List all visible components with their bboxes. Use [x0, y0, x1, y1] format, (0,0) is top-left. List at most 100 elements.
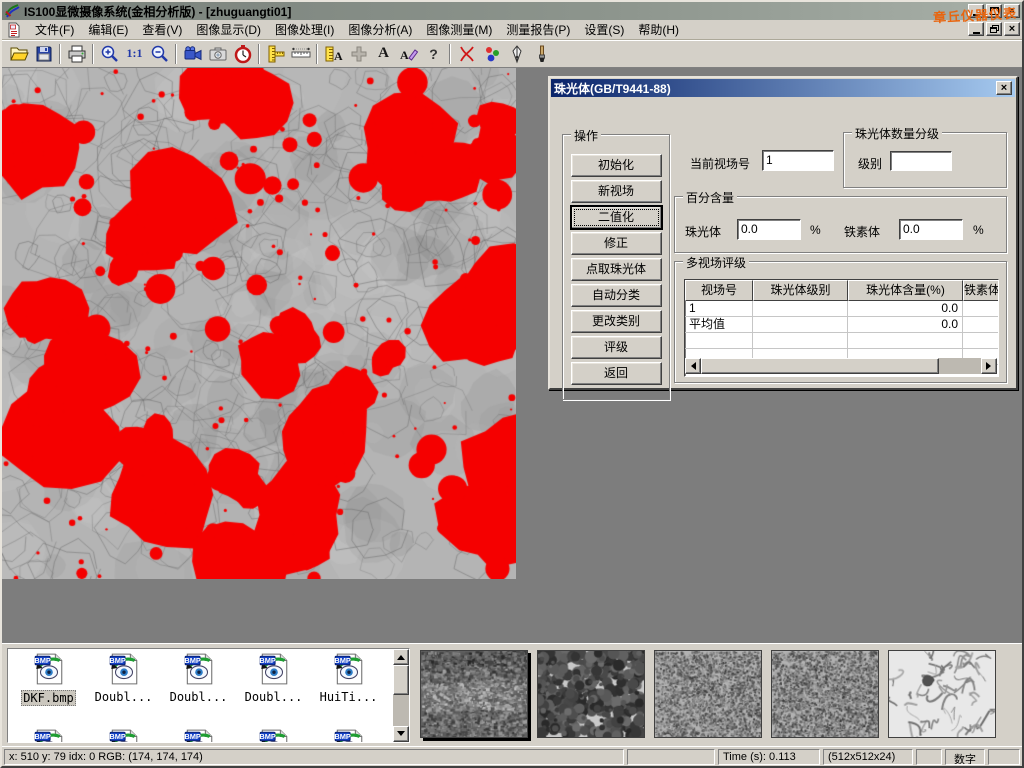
micrograph-image[interactable] — [2, 68, 516, 579]
menu-settings[interactable]: 设置(S) — [577, 19, 631, 40]
curve-tool-button[interactable] — [454, 42, 479, 66]
toolbar-separator — [316, 44, 318, 64]
text-tool-button[interactable]: A — [371, 42, 396, 66]
help-button[interactable]: ? — [421, 42, 446, 66]
menu-bar: 文件(F) 编辑(E) 查看(V) 图像显示(D) 图像处理(I) 图像分析(A… — [2, 20, 1022, 40]
file-browser-scrollbar[interactable] — [393, 649, 409, 742]
capture-camera-icon — [208, 44, 228, 64]
print-button[interactable] — [64, 42, 89, 66]
dialog-close-icon[interactable]: × — [996, 81, 1012, 95]
window-maximize-button[interactable] — [986, 4, 1002, 18]
operate-group: 操作 初始化 新视场 二值化 修正 点取珠光体 自动分类 更改类别 评级 返回 — [562, 134, 670, 400]
measure-text-button[interactable]: A — [321, 42, 346, 66]
thumbnail-3[interactable] — [654, 650, 762, 738]
thumbnail-1[interactable] — [420, 650, 528, 738]
pearlite-label: 珠光体 — [685, 223, 721, 240]
file-item[interactable] — [87, 728, 160, 743]
annotate-tool-button[interactable]: A — [396, 42, 421, 66]
file-item[interactable]: DKF.bmp — [12, 652, 85, 706]
document-icon[interactable] — [6, 22, 22, 38]
ruler-small-button[interactable] — [288, 42, 313, 66]
main-window: IS100显微摄像系统(金相分析版) - [zhuguangti01] × 章丘… — [0, 0, 1024, 768]
bmp-file-icon — [32, 652, 66, 686]
open-folder-icon — [9, 44, 29, 64]
timer-icon — [233, 44, 253, 64]
cursor-position-status: x: 510 y: 79 idx: 0 RGB: (174, 174, 174) — [4, 749, 624, 765]
time-status: Time (s): 0.113 — [718, 749, 820, 765]
grade-input[interactable] — [890, 151, 952, 171]
menu-file[interactable]: 文件(F) — [28, 19, 81, 40]
menu-edit[interactable]: 编辑(E) — [81, 19, 135, 40]
scroll-left-button[interactable] — [685, 358, 701, 374]
timer-button[interactable] — [230, 42, 255, 66]
menu-image-process[interactable]: 图像处理(I) — [268, 19, 341, 40]
file-item[interactable]: Doubl... — [87, 652, 160, 704]
file-item[interactable]: Doubl... — [162, 652, 235, 704]
thumbnail-4[interactable] — [771, 650, 879, 738]
capture-camera-button[interactable] — [205, 42, 230, 66]
bmp-file-icon — [32, 728, 66, 743]
video-camera-button[interactable] — [180, 42, 205, 66]
annotate-tool-icon: A — [399, 44, 419, 64]
file-item[interactable] — [237, 728, 310, 743]
ruler-cross-button[interactable] — [263, 42, 288, 66]
pick-pearlite-button[interactable]: 点取珠光体 — [571, 258, 662, 281]
file-item[interactable]: Doubl... — [237, 652, 310, 704]
new-field-button[interactable]: 新视场 — [571, 180, 662, 203]
scroll-up-button[interactable] — [393, 649, 409, 665]
ferrite-percent-input[interactable]: 0.0 — [899, 219, 963, 240]
zoom-out-button[interactable] — [147, 42, 172, 66]
file-item[interactable] — [312, 728, 385, 743]
thumbnail-5[interactable] — [888, 650, 996, 738]
actual-size-icon: 1:1 — [127, 46, 143, 61]
ferrite-label: 铁素体 — [844, 223, 880, 240]
binarize-button[interactable]: 二值化 — [571, 206, 662, 229]
menu-image-display[interactable]: 图像显示(D) — [189, 19, 268, 40]
child-minimize-button[interactable] — [968, 22, 984, 36]
open-folder-button[interactable] — [6, 42, 31, 66]
brush-tool-button[interactable] — [529, 42, 554, 66]
menu-measure-report[interactable]: 测量报告(P) — [499, 19, 577, 40]
classify-balls-button[interactable] — [479, 42, 504, 66]
file-item[interactable] — [12, 728, 85, 743]
svg-text:A: A — [400, 48, 409, 62]
move-cross-button[interactable] — [346, 42, 371, 66]
window-minimize-button[interactable] — [968, 4, 984, 18]
table-row[interactable]: 1 0.0 — [685, 301, 998, 317]
change-class-button[interactable]: 更改类别 — [571, 310, 662, 333]
zoom-in-button[interactable] — [97, 42, 122, 66]
scrollbar-thumb[interactable] — [393, 665, 409, 695]
grade-button[interactable]: 评级 — [571, 336, 662, 359]
mode-status: 数字 — [945, 749, 985, 765]
save-button[interactable] — [31, 42, 56, 66]
file-item[interactable]: HuiTi... — [312, 652, 385, 704]
table-horizontal-scrollbar[interactable] — [685, 358, 997, 374]
actual-size-button[interactable]: 1:1 — [122, 42, 147, 66]
scroll-down-button[interactable] — [393, 726, 409, 742]
init-button[interactable]: 初始化 — [571, 154, 662, 177]
current-field-input[interactable]: 1 — [762, 150, 834, 171]
menu-image-measure[interactable]: 图像测量(M) — [419, 19, 499, 40]
child-close-button[interactable]: × — [1004, 22, 1020, 36]
child-restore-button[interactable] — [986, 22, 1002, 36]
file-item[interactable] — [162, 728, 235, 743]
scrollbar-thumb[interactable] — [701, 358, 939, 374]
table-row[interactable]: 平均值 0.0 — [685, 317, 998, 333]
pen-tool-button[interactable] — [504, 42, 529, 66]
correct-button[interactable]: 修正 — [571, 232, 662, 255]
menu-image-analysis[interactable]: 图像分析(A) — [341, 19, 419, 40]
return-button[interactable]: 返回 — [571, 362, 662, 385]
window-close-button[interactable]: × — [1004, 4, 1020, 18]
bmp-file-icon — [332, 728, 366, 743]
percent-sign: % — [810, 223, 821, 237]
scroll-right-button[interactable] — [981, 358, 997, 374]
menu-view[interactable]: 查看(V) — [135, 19, 189, 40]
menu-help[interactable]: 帮助(H) — [631, 19, 686, 40]
current-field-label: 当前视场号 — [690, 155, 750, 172]
auto-classify-button[interactable]: 自动分类 — [571, 284, 662, 307]
thumbnail-2[interactable] — [537, 650, 645, 738]
pearlite-percent-input[interactable]: 0.0 — [737, 219, 801, 240]
toolbar-separator — [258, 44, 260, 64]
ruler-small-icon — [291, 44, 311, 64]
toolbar-separator — [92, 44, 94, 64]
